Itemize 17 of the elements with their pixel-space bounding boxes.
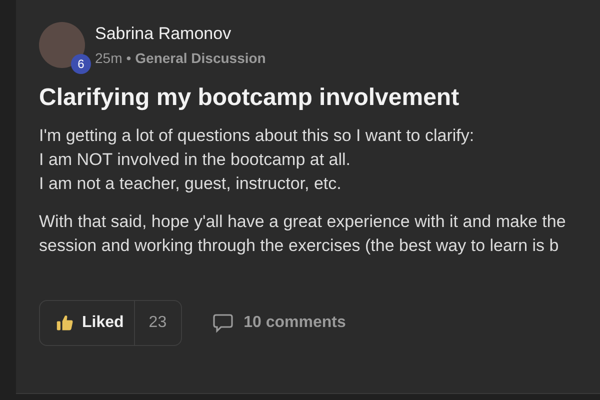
body-text-line: I'm getting a lot of questions about this so I want to clarify: — [39, 125, 476, 147]
thumbs-up-icon — [56, 314, 74, 332]
level-badge: 6 — [71, 54, 91, 74]
speech-bubble-icon — [212, 313, 234, 333]
post-title: Clarifying my bootcamp involvement — [39, 84, 460, 112]
like-button[interactable]: Liked — [40, 301, 135, 345]
like-count: 23 — [148, 314, 168, 332]
body-text-line: session and working through the exercises (the best way to learn is b — [39, 235, 560, 257]
comments-button[interactable]: 10 comments — [212, 313, 346, 333]
post-time: 25m — [95, 50, 122, 66]
body-text-line: I am not a teacher, guest, instructor, etc. — [39, 173, 342, 195]
avatar-photo-placeholder[interactable] — [39, 22, 85, 68]
body-text-line: With that said, hope y'all have a great experience with it and make the — [39, 211, 567, 233]
body-text-line: I am NOT involved in the bootcamp at all. — [39, 149, 352, 171]
separator-dot: • — [126, 50, 132, 66]
category-link[interactable]: General Discussion — [135, 50, 266, 66]
author-name[interactable]: Sabrina Ramonov — [95, 24, 232, 43]
